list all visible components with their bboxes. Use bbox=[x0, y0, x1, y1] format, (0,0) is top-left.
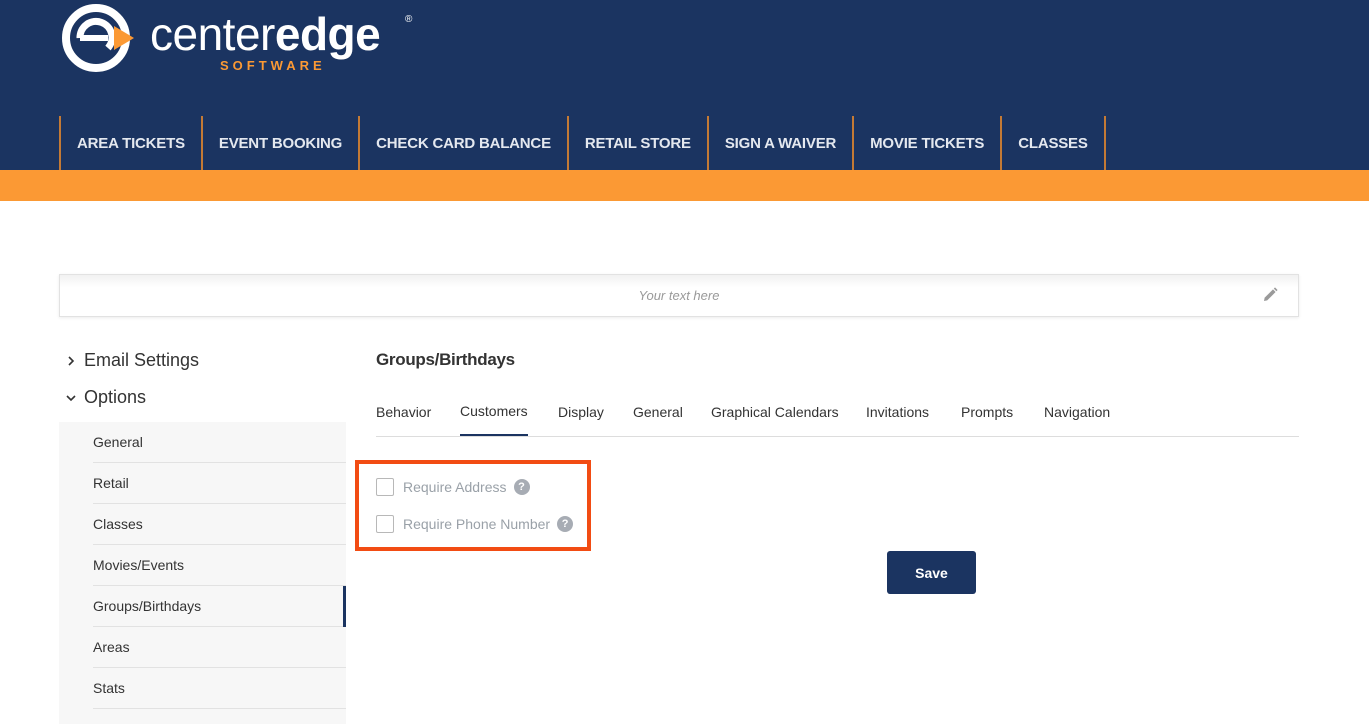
nav-sign-a-waiver[interactable]: SIGN A WAIVER bbox=[706, 116, 852, 170]
require-address-row: Require Address ? bbox=[376, 478, 530, 496]
subnav-item-retail[interactable]: Retail bbox=[93, 463, 346, 504]
subnav-item-w[interactable]: W... bbox=[93, 709, 346, 724]
chevron-down-icon bbox=[66, 394, 76, 401]
tree-item-options[interactable]: Options bbox=[64, 387, 146, 408]
registered-mark: ® bbox=[405, 14, 413, 25]
require-address-label: Require Address bbox=[403, 479, 507, 495]
editable-text-placeholder: Your text here bbox=[638, 288, 720, 303]
require-phone-label: Require Phone Number bbox=[403, 516, 551, 532]
site-header: centeredge ® SOFTWARE AREA TICKETS EVENT… bbox=[0, 0, 1369, 170]
header-accent-bar bbox=[0, 170, 1369, 201]
tree-item-email-settings[interactable]: Email Settings bbox=[64, 350, 199, 371]
logo-subtitle: SOFTWARE bbox=[220, 58, 326, 73]
logo-wordmark: centeredge bbox=[150, 6, 381, 62]
require-address-checkbox[interactable] bbox=[376, 478, 394, 496]
nav-retail-store[interactable]: RETAIL STORE bbox=[566, 116, 707, 170]
nav-event-booking[interactable]: EVENT BOOKING bbox=[200, 116, 358, 170]
help-icon[interactable]: ? bbox=[513, 479, 530, 495]
subnav-item-classes[interactable]: Classes bbox=[93, 504, 346, 545]
tab-customers[interactable]: Customers bbox=[460, 388, 528, 436]
require-phone-checkbox[interactable] bbox=[376, 515, 394, 533]
pencil-icon[interactable] bbox=[1262, 287, 1278, 303]
help-icon[interactable]: ? bbox=[557, 516, 574, 532]
centeredge-logo-icon bbox=[62, 4, 134, 72]
subnav-item-groups-birthdays[interactable]: Groups/Birthdays bbox=[93, 586, 346, 627]
tab-navigation[interactable]: Navigation bbox=[1044, 388, 1110, 436]
nav-area-tickets[interactable]: AREA TICKETS bbox=[59, 116, 201, 170]
settings-tabs: Behavior Customers Display General Graph… bbox=[376, 388, 1299, 437]
tab-behavior[interactable]: Behavior bbox=[376, 388, 431, 436]
subnav-item-general[interactable]: General bbox=[93, 422, 346, 463]
highlight-box bbox=[355, 460, 591, 551]
subnav-item-areas[interactable]: Areas bbox=[93, 627, 346, 668]
nav-classes[interactable]: CLASSES bbox=[1000, 116, 1106, 170]
nav-movie-tickets[interactable]: MOVIE TICKETS bbox=[852, 116, 1000, 170]
tab-graphical-calendars[interactable]: Graphical Calendars bbox=[711, 388, 839, 436]
tab-general[interactable]: General bbox=[633, 388, 683, 436]
tab-invitations[interactable]: Invitations bbox=[866, 388, 929, 436]
page-title: Groups/Birthdays bbox=[376, 350, 515, 369]
tree-item-options-label: Options bbox=[84, 387, 147, 407]
chevron-right-icon bbox=[68, 355, 75, 366]
subnav-item-stats[interactable]: Stats bbox=[93, 668, 346, 709]
editable-text-block[interactable]: Your text here bbox=[59, 274, 1299, 317]
options-subnav: General Retail Classes Movies/Events Gro… bbox=[59, 422, 346, 724]
tree-item-email-settings-label: Email Settings bbox=[84, 350, 200, 370]
subnav-item-movies-events[interactable]: Movies/Events bbox=[93, 545, 346, 586]
require-phone-row: Require Phone Number ? bbox=[376, 515, 574, 533]
logo-wordmark-light: center bbox=[150, 8, 275, 60]
tab-prompts[interactable]: Prompts bbox=[961, 388, 1013, 436]
save-button[interactable]: Save bbox=[887, 551, 976, 594]
nav-check-card-balance[interactable]: CHECK CARD BALANCE bbox=[358, 116, 567, 170]
main-nav: AREA TICKETS EVENT BOOKING CHECK CARD BA… bbox=[59, 116, 1106, 170]
centeredge-logo[interactable]: centeredge ® SOFTWARE bbox=[58, 0, 418, 76]
logo-wordmark-bold: edge bbox=[274, 8, 381, 60]
tab-display[interactable]: Display bbox=[558, 388, 604, 436]
